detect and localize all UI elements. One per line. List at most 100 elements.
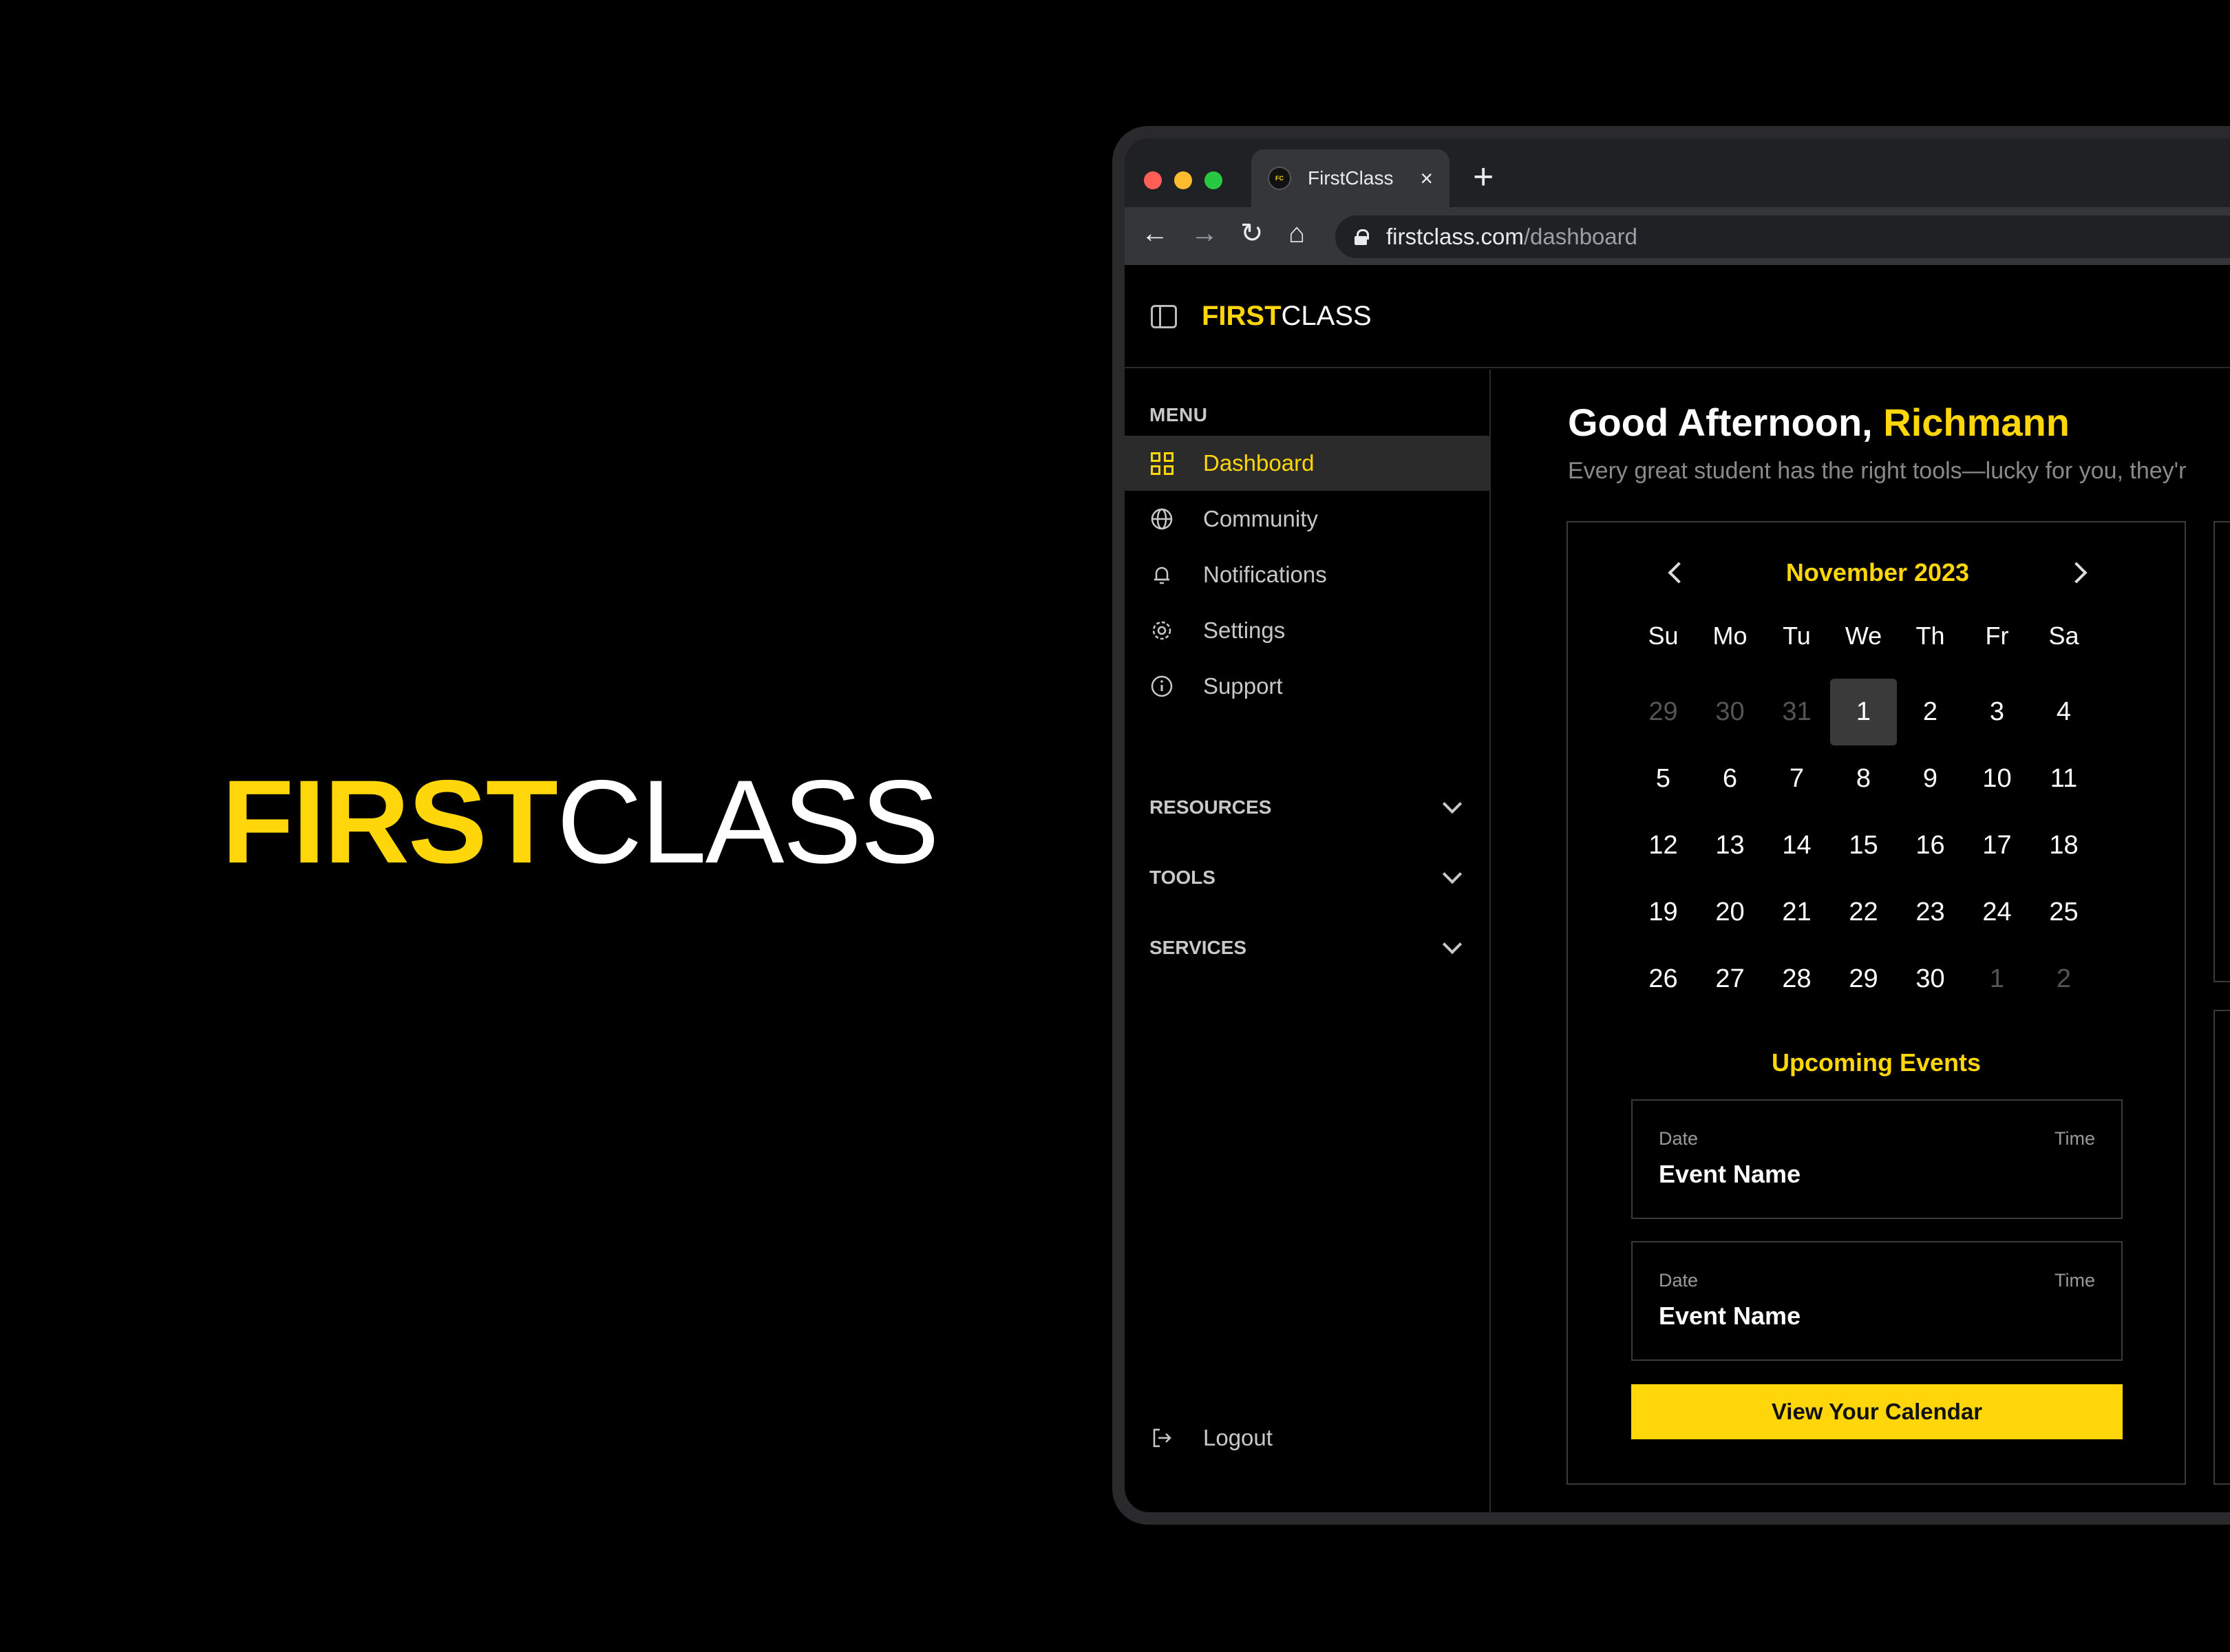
reload-icon[interactable]: ↻ (1240, 220, 1264, 247)
laptop-frame: FC FirstClass × + ← → ↻ ⌂ firstclass.com… (1112, 126, 2230, 1525)
calendar-day[interactable]: 18 (2030, 812, 2097, 879)
calendar-day[interactable]: 13 (1697, 812, 1763, 879)
logout-button[interactable]: Logout (1125, 1410, 1489, 1465)
event-time: Time (2054, 1270, 2095, 1291)
minimize-window-button[interactable] (1174, 171, 1192, 189)
address-bar[interactable]: firstclass.com/dashboard (1335, 215, 2230, 258)
back-arrow-icon[interactable]: ← (1141, 220, 1169, 247)
calendar-day[interactable]: 1 (1964, 946, 2030, 1013)
calendar-day[interactable]: 29 (1630, 679, 1697, 745)
event-card[interactable]: Date Time Event Name (1631, 1099, 2123, 1219)
menu-label: MENU (1149, 404, 1208, 425)
globe-icon (1149, 507, 1174, 531)
sidebar-section-services[interactable]: SERVICES (1125, 927, 1489, 968)
forward-arrow-icon[interactable]: → (1191, 220, 1218, 247)
calendar-day[interactable]: 21 (1763, 879, 1830, 946)
calendar-day[interactable]: 11 (2030, 745, 2097, 812)
page-title: Good Afternoon, Richmann (1568, 400, 2070, 445)
calendar-day[interactable]: 29 (1830, 946, 1897, 1013)
sidebar-item-dashboard[interactable]: Dashboard (1125, 436, 1489, 491)
calendar-day[interactable]: 12 (1630, 812, 1697, 879)
calendar-day[interactable]: 14 (1763, 812, 1830, 879)
browser-tab-bar: FC FirstClass × + (1125, 138, 2230, 207)
calendar-month: November 2023 (1785, 558, 1970, 586)
browser-tab[interactable]: FC FirstClass × (1251, 149, 1450, 207)
url-path: /dashboard (1523, 224, 1637, 249)
calendar-day[interactable]: 23 (1897, 879, 1964, 946)
browser-window: FC FirstClass × + ← → ↻ ⌂ firstclass.com… (1125, 138, 2230, 1512)
lock-icon (1355, 229, 1369, 245)
info-icon (1149, 674, 1174, 699)
main-content: Good Afternoon, Richmann Every great stu… (1492, 370, 2230, 1512)
calendar-day[interactable]: 16 (1897, 812, 1964, 879)
close-window-button[interactable] (1144, 171, 1162, 189)
greeting-text: Good Afternoon, (1568, 401, 1884, 444)
calendar-day[interactable]: 27 (1697, 946, 1763, 1013)
calendar-day[interactable]: 8 (1830, 745, 1897, 812)
calendar-day[interactable]: 20 (1697, 879, 1763, 946)
page-subtitle: Every great student has the right tools—… (1568, 458, 2187, 484)
calendar-day[interactable]: 10 (1964, 745, 2030, 812)
calendar-day[interactable]: 5 (1630, 745, 1697, 812)
sidebar-toggle-icon[interactable] (1151, 305, 1177, 328)
hero-logo: FIRSTCLASS (222, 763, 939, 881)
gear-icon (1149, 618, 1174, 643)
app-logo[interactable]: FIRSTCLASS (1202, 301, 1372, 332)
calendar-day[interactable]: 17 (1964, 812, 2030, 879)
weekday-label: Tu (1783, 622, 1811, 650)
calendar-day[interactable]: 24 (1964, 879, 2030, 946)
calendar-day[interactable]: 31 (1763, 679, 1830, 745)
app-logo-first: FIRST (1202, 301, 1282, 331)
weekday-label: We (1845, 622, 1882, 650)
calendar-day[interactable]: 3 (1964, 679, 2030, 745)
calendar-day[interactable]: 2 (2030, 946, 2097, 1013)
sidebar-section-resources[interactable]: RESOURCES (1125, 787, 1489, 828)
calendar-day[interactable]: 26 (1630, 946, 1697, 1013)
sidebar-item-label: Dashboard (1203, 450, 1315, 476)
section-label: TOOLS (1149, 867, 1215, 888)
sidebar-item-community[interactable]: Community (1125, 491, 1489, 547)
new-tab-button[interactable]: + (1473, 159, 1494, 195)
chevron-down-icon (1442, 864, 1463, 885)
tab-title: FirstClass (1308, 167, 1394, 189)
sidebar-item-settings[interactable]: Settings (1125, 603, 1489, 658)
event-card[interactable]: Date Time Event Name (1631, 1241, 2123, 1361)
user-name: Richmann (1883, 401, 2070, 444)
bell-icon (1149, 562, 1174, 587)
events-title: Upcoming Events (1771, 1048, 1982, 1077)
event-date: Date (1659, 1270, 1699, 1291)
hero-logo-class: CLASS (556, 756, 939, 888)
calendar-day[interactable]: 15 (1830, 812, 1897, 879)
sidebar-item-label: Settings (1203, 617, 1286, 643)
calendar-day[interactable]: 22 (1830, 879, 1897, 946)
app-logo-class: CLASS (1281, 301, 1372, 331)
calendar-nav: November 2023 (1568, 558, 2187, 593)
calendar-day[interactable]: 19 (1630, 879, 1697, 946)
calendar-day[interactable]: 4 (2030, 679, 2097, 745)
home-icon[interactable]: ⌂ (1288, 220, 1305, 247)
browser-nav-bar: ← → ↻ ⌂ firstclass.com/dashboard (1125, 207, 2230, 265)
calendar-day[interactable]: 25 (2030, 879, 2097, 946)
section-label: RESOURCES (1149, 796, 1272, 818)
section-label: SERVICES (1149, 937, 1247, 958)
hero-logo-first: FIRST (222, 756, 558, 888)
sidebar-section-tools[interactable]: TOOLS (1125, 857, 1489, 898)
weekday-label: Fr (1985, 622, 2009, 650)
calendar-day[interactable]: 9 (1897, 745, 1964, 812)
tab-close-icon[interactable]: × (1420, 166, 1433, 191)
weekday-label: Su (1648, 622, 1679, 650)
calendar-day-selected[interactable]: 1 (1830, 679, 1897, 745)
sidebar-item-notifications[interactable]: Notifications (1125, 547, 1489, 602)
sidebar-item-support[interactable]: Support (1125, 659, 1489, 714)
calendar-day[interactable]: 6 (1697, 745, 1763, 812)
maximize-window-button[interactable] (1204, 171, 1222, 189)
calendar-card: November 2023 Su Mo Tu We Th Fr Sa 29 30 31 1 2 3 4 5 6… (1567, 521, 2186, 1485)
favicon-icon: FC (1268, 167, 1291, 190)
sidebar-item-label: Community (1203, 506, 1318, 531)
calendar-day[interactable]: 30 (1697, 679, 1763, 745)
calendar-day[interactable]: 7 (1763, 745, 1830, 812)
view-calendar-button[interactable]: View Your Calendar (1631, 1384, 2123, 1439)
calendar-day[interactable]: 2 (1897, 679, 1964, 745)
calendar-day[interactable]: 30 (1897, 946, 1964, 1013)
calendar-day[interactable]: 28 (1763, 946, 1830, 1013)
